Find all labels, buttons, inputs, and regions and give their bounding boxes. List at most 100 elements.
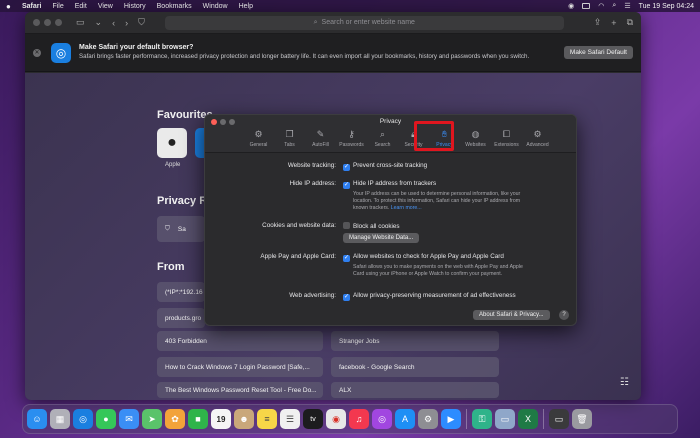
hide-ip-checkbox[interactable]: ✓ [343,182,350,189]
appstore-icon[interactable]: A [395,409,415,429]
list-item[interactable]: Stranger Jobs [331,331,499,351]
menu-window[interactable]: Window [203,3,228,10]
zoom-icon[interactable]: ▶ [441,409,461,429]
forward-icon[interactable]: › [125,18,128,28]
tab-extensions[interactable]: ⧠ Extensions [491,129,522,148]
tab-websites[interactable]: ◍ Websites [460,129,491,148]
mail-icon[interactable]: ✉ [119,409,139,429]
menu-file[interactable]: File [52,3,63,10]
reminders-icon[interactable]: ☰ [280,409,300,429]
tab-advanced[interactable]: ⚙ Advanced [522,129,553,148]
tab-search[interactable]: ⌕ Search [367,129,398,148]
tab-autofill[interactable]: ✎ AutoFill [305,129,336,148]
applepay-checkbox[interactable]: ✓ [343,255,350,262]
learn-more-link[interactable]: Learn more... [391,205,422,211]
menu-app-name[interactable]: Safari [22,3,41,10]
tv-icon[interactable]: tv [303,409,323,429]
chevron-down-icon[interactable]: ⌄ [95,17,103,28]
privacy-report-card[interactable]: ⛉ Sa [157,216,205,242]
list-item[interactable]: ALX [331,382,499,398]
new-tab-icon[interactable]: + [611,18,616,28]
excel-icon[interactable]: X [518,409,538,429]
privacy-report-text: Sa [177,225,186,233]
minimize-window-button[interactable] [44,19,51,26]
advertising-label: Web advertising: [289,292,336,299]
block-cookies-checkbox[interactable] [343,222,350,229]
photos-icon[interactable]: ✿ [165,409,185,429]
tab-overview-icon[interactable]: ⧉ [627,17,633,28]
share-icon[interactable]: ⇪ [594,17,602,28]
menu-view[interactable]: View [98,3,113,10]
finder-icon[interactable]: ☺ [27,409,47,429]
messages-icon[interactable]: ● [96,409,116,429]
list-item[interactable]: facebook - Google Search [331,357,499,377]
shield-icon[interactable]: ⛉ [138,17,145,28]
tab-tabs[interactable]: ❐ Tabs [274,129,305,148]
list-item[interactable]: 403 Forbidden [157,331,323,351]
menu-bar: ● Safari File Edit View History Bookmark… [0,0,700,12]
chrome-icon[interactable]: ◉ [326,409,346,429]
menu-bookmarks[interactable]: Bookmarks [157,3,192,10]
manage-website-data-button[interactable]: Manage Website Data... [343,233,420,243]
menu-help[interactable]: Help [239,3,253,10]
settings-icon[interactable]: ⚙ [418,409,438,429]
tab-passwords[interactable]: ⚷ Passwords [336,129,367,148]
menu-history[interactable]: History [124,3,146,10]
control-center-icon[interactable]: ☰ [624,2,630,10]
zoom-window-button[interactable] [55,19,62,26]
ad-measurement-checkbox[interactable]: ✓ [343,294,350,301]
dock-separator [466,409,467,429]
screen-record-icon[interactable]: ◉ [568,2,574,10]
list-item[interactable]: The Best Windows Password Reset Tool - F… [157,382,323,398]
close-banner-button[interactable]: ✕ [33,48,41,57]
about-safari-privacy-button[interactable]: About Safari & Privacy... [473,310,550,320]
gear-icon: ⚙ [254,129,263,139]
list-item[interactable]: How to Crack Windows 7 Login Password [S… [157,357,323,377]
launchpad-icon[interactable]: ▦ [50,409,70,429]
privacy-preferences-dialog: Privacy ⚙ General ❐ Tabs ✎ AutoFill ⚷ Passwo… [204,114,577,326]
search-icon: ⌕ [379,129,386,139]
apple-favourite-label: Apple [165,162,181,168]
menu-edit[interactable]: Edit [75,3,87,10]
safari-logo-icon: ◎ [51,42,71,63]
sidebar-toggle-icon[interactable]: ▭ [76,17,85,28]
trash-icon[interactable]: 🗑︎ [572,409,592,429]
help-button[interactable]: ? [559,310,569,320]
battery-icon[interactable] [582,3,591,9]
notes-icon[interactable]: ≡ [257,409,277,429]
list-item[interactable]: products.gro [157,308,205,328]
cookies-label: Cookies and website data: [262,222,336,229]
applepay-description: Safari allows you to make payments on th… [353,264,523,277]
preview-icon[interactable]: ▭ [495,409,515,429]
maps-icon[interactable]: ➤ [142,409,162,429]
applepay-text: Allow websites to check for Apple Pay an… [353,253,504,260]
apple-favourite-tile[interactable]: ● [157,128,187,158]
hide-ip-text: Hide IP address from trackers [353,180,437,187]
advertising-row: Web advertising: ✓ Allow privacy-preservi… [289,292,516,301]
calendar-icon[interactable]: 19 [211,409,231,429]
prevent-tracking-checkbox[interactable]: ✓ [343,164,350,171]
apple-menu-icon[interactable]: ● [6,2,14,11]
vpn-icon[interactable]: ⚿ [472,409,492,429]
back-icon[interactable]: ‹ [112,18,115,28]
list-item[interactable]: (*IP*:*192.16 [157,282,205,302]
address-bar[interactable]: ⌕ Search or enter website name [164,15,564,30]
wifi-icon[interactable]: ◠ [598,2,604,10]
music-icon[interactable]: ♫ [349,409,369,429]
safari-icon[interactable]: ◎ [73,409,93,429]
screen-icon[interactable]: ▭ [549,409,569,429]
clock[interactable]: Tue 19 Sep 04:24 [639,3,694,10]
autofill-icon: ✎ [316,129,325,139]
podcasts-icon[interactable]: ◎ [372,409,392,429]
banner-title: Make Safari your default browser? [79,44,194,51]
close-window-button[interactable] [33,19,40,26]
tab-general[interactable]: ⚙ General [243,129,274,148]
hide-ip-label: Hide IP address: [289,180,336,187]
customize-start-page-icon[interactable]: ☷ [620,377,629,388]
cookies-row: Cookies and website data: Block all cook… [262,222,400,230]
spotlight-icon[interactable]: ⌕ [612,2,616,10]
make-default-button[interactable]: Make Safari Default [563,46,633,59]
facetime-icon[interactable]: ■ [188,409,208,429]
default-browser-banner: ✕ ◎ Make Safari your default browser? Sa… [25,34,641,72]
contacts-icon[interactable]: ☻ [234,409,254,429]
